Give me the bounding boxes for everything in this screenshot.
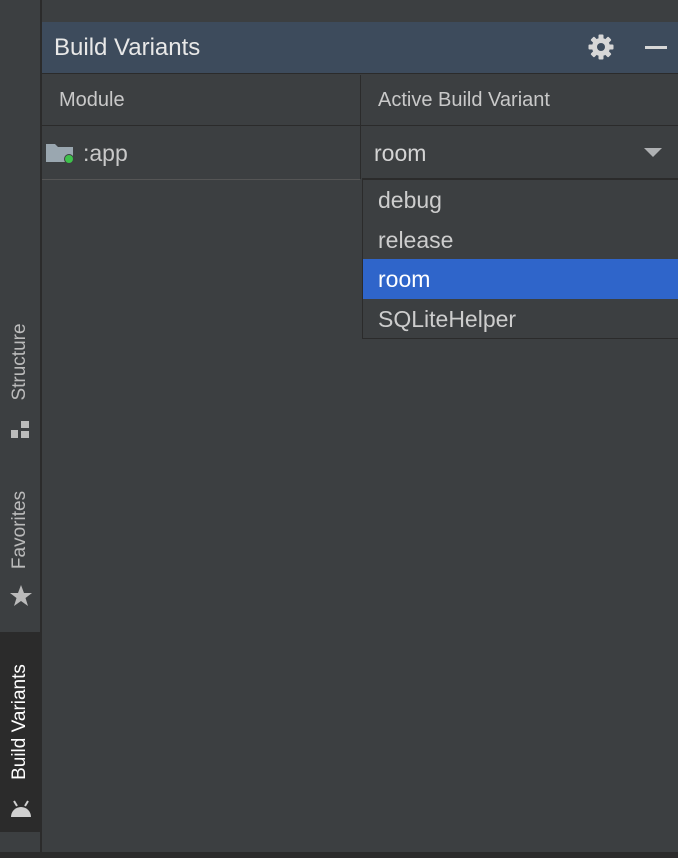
dropdown-option-sqlitehelper[interactable]: SQLiteHelper [363,299,678,339]
panel-header: Build Variants [42,22,678,74]
gear-icon[interactable] [588,34,614,65]
tab-favorites[interactable]: Favorites [0,470,40,615]
bottom-border [0,852,678,858]
top-bar [42,0,678,23]
dropdown-option-debug[interactable]: debug [363,180,678,220]
table-row[interactable]: :app [42,126,360,180]
tab-build-variants[interactable]: Build Variants [0,632,40,832]
dropdown-option-release[interactable]: release [363,220,678,260]
build-variant-dropdown: debug release room SQLiteHelper [362,179,678,339]
star-icon [9,584,33,614]
tab-structure[interactable]: Structure [0,300,40,445]
tab-favorites-label: Favorites [9,490,30,570]
column-separator[interactable] [360,75,361,125]
dropdown-option-room[interactable]: room [363,259,678,299]
build-variant-value: room [374,140,427,166]
minimize-icon[interactable] [645,46,667,49]
module-name: :app [83,140,128,166]
panel-title: Build Variants [54,34,201,61]
module-folder-icon [45,141,75,170]
tab-structure-label: Structure [9,323,30,401]
structure-icon [11,421,31,445]
build-variant-combobox[interactable]: room [362,126,678,179]
row-separator [360,126,361,179]
tool-window-strip: Structure Favorites Build Variants [0,0,42,852]
android-icon [10,800,32,824]
table-header: Module Active Build Variant [42,75,678,126]
build-variants-window: Structure Favorites Build Variants Build… [0,0,678,858]
tab-build-variants-label: Build Variants [9,664,30,780]
column-header-active-build-variant[interactable]: Active Build Variant [378,89,550,112]
chevron-down-icon[interactable] [644,148,662,157]
column-header-module[interactable]: Module [59,89,125,112]
